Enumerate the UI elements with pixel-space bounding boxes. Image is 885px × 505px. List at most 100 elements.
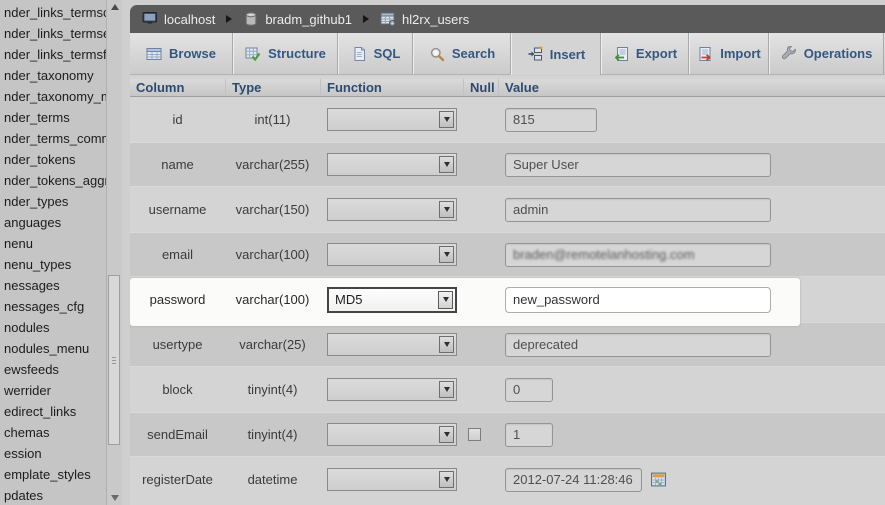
value-input[interactable]: admin xyxy=(505,197,771,222)
breadcrumb-arrow-icon xyxy=(363,15,370,23)
function-select[interactable] xyxy=(327,108,457,131)
sidebar-table-item[interactable]: nder_tokens_aggr xyxy=(4,170,106,191)
tab-browse[interactable]: Browse xyxy=(130,33,233,74)
breadcrumb-server[interactable]: localhost xyxy=(142,11,215,27)
sidebar-table-item[interactable]: nder_links_termse xyxy=(4,23,106,44)
tab-search[interactable]: Search xyxy=(413,33,511,74)
sidebar-table-item[interactable]: nder_types xyxy=(4,191,106,212)
calendar-icon[interactable] xyxy=(650,471,667,488)
value-input[interactable]: 815 xyxy=(505,107,597,132)
tab-insert[interactable]: Insert xyxy=(511,33,601,75)
sidebar-table-item[interactable]: nder_tokens xyxy=(4,149,106,170)
breadcrumb-server-label: localhost xyxy=(164,11,216,27)
column-name-label: password xyxy=(149,292,206,307)
insert-form-row: registerDate datetime 2012-07-24 11:28:4… xyxy=(130,457,885,502)
database-icon xyxy=(243,11,259,27)
sidebar-table-item[interactable]: anguages xyxy=(4,212,106,233)
value-input-text: 0 xyxy=(513,382,521,397)
breadcrumb-database[interactable]: bradm_github1 xyxy=(243,11,352,27)
scrollbar-thumb[interactable] xyxy=(108,275,120,445)
breadcrumb-table[interactable]: hl2rx_users xyxy=(380,11,469,27)
null-checkbox[interactable] xyxy=(468,428,481,441)
header-function: Function xyxy=(320,79,463,96)
tab-operations[interactable]: Operations xyxy=(769,33,884,74)
value-input[interactable]: Super User xyxy=(505,152,771,177)
chevron-down-icon[interactable] xyxy=(439,336,454,353)
table-list: nder_links_termsc nder_links_termse nder_l… xyxy=(0,0,106,505)
header-type: Type xyxy=(225,79,320,96)
column-name-label: block xyxy=(162,382,193,397)
browse-icon xyxy=(146,46,162,62)
sidebar-table-item[interactable]: ession xyxy=(4,443,106,464)
value-input-text: 815 xyxy=(513,112,535,127)
sidebar-scrollbar[interactable] xyxy=(106,0,122,505)
chevron-down-icon[interactable] xyxy=(439,426,454,443)
sidebar-table-item[interactable]: emplate_styles xyxy=(4,464,106,485)
value-input[interactable]: braden@remotelanhosting.com xyxy=(505,242,771,267)
sidebar-table-item[interactable]: nder_taxonomy xyxy=(4,65,106,86)
sidebar-table-item[interactable]: nessages_cfg xyxy=(4,296,106,317)
insert-form-row: name varchar(255) Super User xyxy=(130,142,885,187)
column-name-label: email xyxy=(161,247,194,262)
function-select[interactable]: MD5 xyxy=(327,286,457,313)
column-type-label: int(11) xyxy=(254,112,291,127)
value-input[interactable]: 0 xyxy=(505,377,553,402)
tab-label: Search xyxy=(451,46,496,61)
sidebar-table-item[interactable]: nenu_types xyxy=(4,254,106,275)
sidebar-table-item[interactable]: werrider xyxy=(4,380,106,401)
sidebar-table-item[interactable]: nder_taxonomy_m xyxy=(4,86,106,107)
operations-icon xyxy=(781,45,797,62)
sidebar-table-item[interactable]: nder_terms_comn xyxy=(4,128,106,149)
tab-export[interactable]: Export xyxy=(601,33,689,74)
chevron-down-icon[interactable] xyxy=(439,471,454,488)
tab-sql[interactable]: SQL xyxy=(338,33,413,74)
sidebar-table-item[interactable]: nder_terms xyxy=(4,107,106,128)
insert-form-row: id int(11) 815 xyxy=(130,97,885,142)
chevron-down-icon[interactable] xyxy=(439,111,454,128)
tab-import[interactable]: Import xyxy=(689,33,769,74)
header-column: Column xyxy=(136,80,185,95)
tab-label: Structure xyxy=(268,46,326,61)
value-input-text: 2012-07-24 11:28:46 xyxy=(513,472,633,487)
value-input[interactable]: 2012-07-24 11:28:46 xyxy=(505,467,642,492)
function-select[interactable] xyxy=(327,153,457,176)
function-select[interactable] xyxy=(327,378,457,401)
tab-structure[interactable]: Structure xyxy=(233,33,338,74)
function-select[interactable] xyxy=(327,468,457,491)
sidebar-table-item[interactable]: nessages xyxy=(4,275,106,296)
value-input-text: admin xyxy=(513,202,549,217)
value-input[interactable]: new_password xyxy=(505,286,771,313)
function-select[interactable] xyxy=(327,198,457,221)
chevron-down-icon[interactable] xyxy=(439,381,454,398)
sidebar-table-item[interactable]: nder_links_termsc xyxy=(4,2,106,23)
sidebar-table-item[interactable]: nodules_menu xyxy=(4,338,106,359)
column-type-label: tinyint(4) xyxy=(247,382,298,397)
sidebar-table-item[interactable]: chemas xyxy=(4,422,106,443)
chevron-down-icon[interactable] xyxy=(439,156,454,173)
value-input[interactable]: deprecated xyxy=(505,332,771,357)
chevron-down-icon[interactable] xyxy=(438,290,453,309)
sidebar-table-item[interactable]: edirect_links xyxy=(4,401,106,422)
insert-form-row: sendEmail tinyint(4) 1 xyxy=(130,412,885,457)
chevron-down-icon[interactable] xyxy=(439,201,454,218)
value-input[interactable]: 1 xyxy=(505,422,553,447)
insert-form-row: password varchar(100) MD5 new_password xyxy=(130,277,885,322)
sidebar-table-item[interactable]: nodules xyxy=(4,317,106,338)
scroll-down-icon[interactable] xyxy=(107,491,122,505)
insert-icon xyxy=(527,46,543,62)
sidebar-table-item[interactable]: ewsfeeds xyxy=(4,359,106,380)
value-input-text: Super User xyxy=(513,157,579,172)
sidebar-table-item[interactable]: nder_links_termsf xyxy=(4,44,106,65)
scroll-up-icon[interactable] xyxy=(107,0,122,14)
sidebar-table-item[interactable]: nenu xyxy=(4,233,106,254)
import-icon xyxy=(697,46,713,62)
function-select[interactable] xyxy=(327,243,457,266)
column-name-label: id xyxy=(172,112,183,127)
column-type-label: varchar(25) xyxy=(239,337,306,352)
chevron-down-icon[interactable] xyxy=(439,246,454,263)
function-select[interactable] xyxy=(327,333,457,356)
breadcrumb-arrow-icon xyxy=(226,15,233,23)
sidebar-table-item[interactable]: pdates xyxy=(4,485,106,505)
function-select[interactable] xyxy=(327,423,457,446)
column-name-label: usertype xyxy=(152,337,203,352)
